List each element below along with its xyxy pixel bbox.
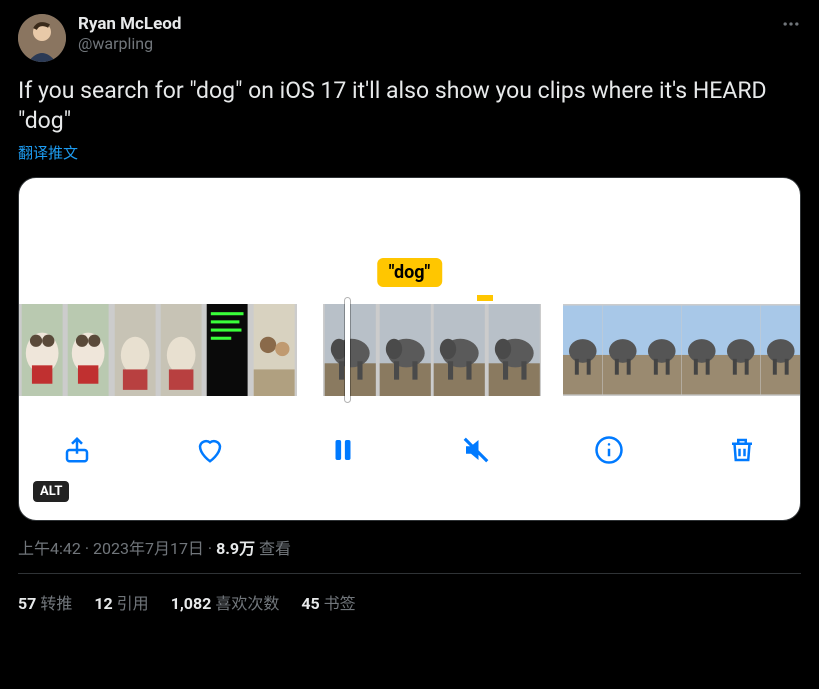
video-frame [487, 304, 542, 396]
tweet-meta: 上午4:42 · 2023年7月17日 · 8.9万 查看 [18, 535, 801, 559]
alt-badge[interactable]: ALT [33, 481, 69, 502]
video-frame [65, 304, 111, 396]
mute-icon[interactable] [458, 432, 494, 468]
display-name[interactable]: Ryan McLeod [78, 14, 181, 34]
video-frame [432, 304, 487, 396]
retweets-stat[interactable]: 57 转推 [18, 590, 72, 614]
scrub-marker [477, 295, 493, 301]
translate-link[interactable]: 翻译推文 [18, 142, 801, 163]
likes-stat[interactable]: 1,082 喜欢次数 [171, 590, 280, 614]
video-frame [563, 304, 603, 396]
tweet-stats: 57 转推 12 引用 1,082 喜欢次数 45 书签 [18, 574, 801, 614]
quotes-stat[interactable]: 12 引用 [94, 590, 148, 614]
media-card[interactable]: "dog" [18, 177, 801, 521]
share-icon[interactable] [59, 432, 95, 468]
video-frame [112, 304, 158, 396]
video-frame [378, 304, 433, 396]
clip-group [19, 304, 297, 396]
tweet-container: Ryan McLeod @warpling If you search for … [0, 0, 819, 614]
search-tooltip: "dog" [377, 258, 443, 287]
user-info: Ryan McLeod @warpling [78, 14, 181, 53]
video-frame [761, 304, 801, 396]
tweet-date[interactable]: 2023年7月17日 [93, 539, 204, 558]
video-frame [158, 304, 204, 396]
video-frame [19, 304, 65, 396]
views-count[interactable]: 8.9万 [216, 539, 255, 558]
tweet-time[interactable]: 上午4:42 [18, 539, 81, 558]
video-frame [682, 304, 722, 396]
video-frame [204, 304, 250, 396]
clip-group [323, 304, 541, 396]
media-controls [19, 420, 800, 480]
views-label: 查看 [259, 539, 291, 558]
pause-icon[interactable] [325, 432, 361, 468]
trash-icon[interactable] [724, 432, 760, 468]
playhead[interactable] [345, 298, 350, 402]
heart-icon[interactable] [192, 432, 228, 468]
video-frame [642, 304, 682, 396]
video-frame [721, 304, 761, 396]
user-handle[interactable]: @warpling [78, 34, 181, 53]
video-frame [323, 304, 378, 396]
more-icon[interactable] [781, 14, 801, 39]
avatar[interactable] [18, 14, 66, 62]
video-timeline[interactable] [19, 304, 800, 396]
video-frame [603, 304, 643, 396]
info-icon[interactable] [591, 432, 627, 468]
bookmarks-stat[interactable]: 45 书签 [301, 590, 355, 614]
tweet-text: If you search for "dog" on iOS 17 it'll … [18, 76, 801, 136]
clip-group [563, 304, 800, 396]
tweet-header: Ryan McLeod @warpling [18, 14, 801, 62]
video-frame [251, 304, 297, 396]
